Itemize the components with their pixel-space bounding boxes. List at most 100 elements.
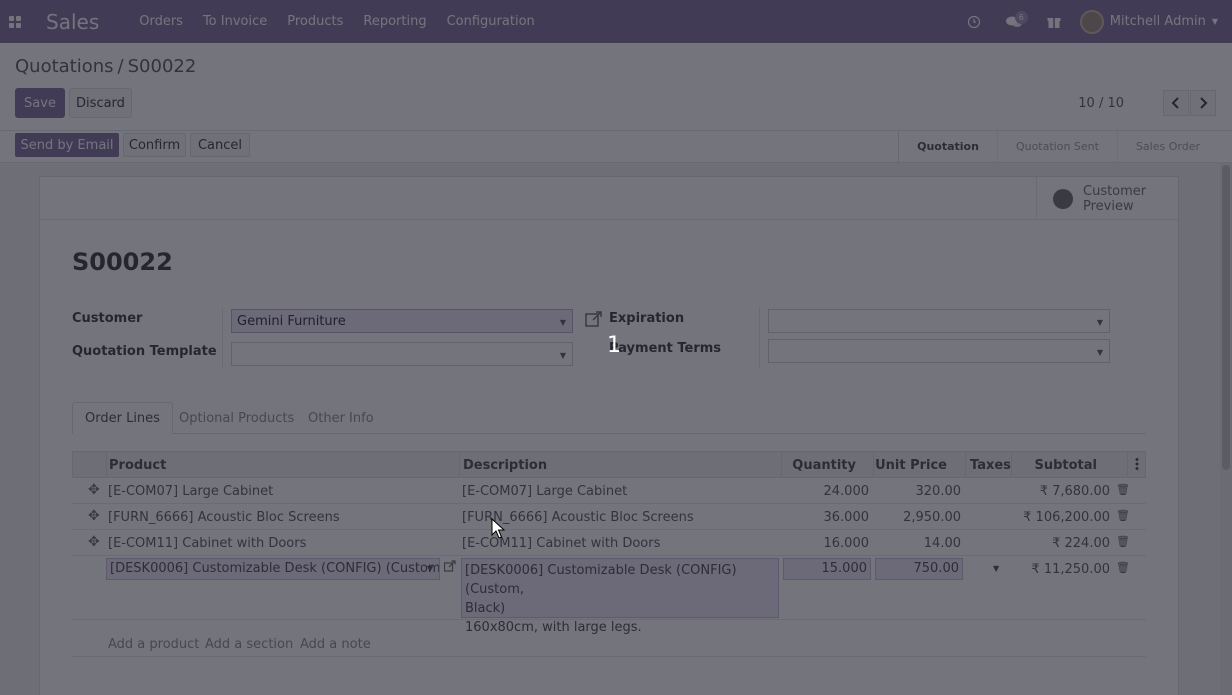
mouse-cursor-icon [491,518,505,539]
record-name: S00022 [72,248,173,276]
drag-handle-icon[interactable]: ✥ [88,534,100,550]
header-description[interactable]: Description [463,458,547,473]
breadcrumb-separator: / [117,56,124,77]
send-by-email-button[interactable]: Send by Email [15,133,119,157]
breadcrumb-current: S00022 [127,56,197,77]
trash-icon[interactable]: 🗑 [1116,561,1130,574]
external-link-icon[interactable] [443,560,456,576]
tab-other-info[interactable]: Other Info [296,402,386,434]
trash-icon[interactable]: 🗑 [1116,509,1130,522]
add-section-link[interactable]: Add a section [205,637,293,652]
customer-preview-button[interactable]: Customer Preview [1036,177,1178,220]
avatar [1079,9,1104,34]
notebook-tabs: Order Lines Optional Products Other Info [72,402,1146,434]
dropdown-icon: ▼ [559,318,566,327]
row-subtotal: ₹ 7,680.00 [1039,484,1110,499]
drag-handle-icon[interactable]: ✥ [88,482,100,498]
scrollbar-thumb[interactable] [1222,165,1230,470]
globe-icon [1053,188,1073,209]
header-product[interactable]: Product [109,458,166,473]
tab-order-lines[interactable]: Order Lines [72,402,173,434]
trash-icon[interactable]: 🗑 [1116,483,1130,496]
menu-products[interactable]: Products [287,14,343,29]
stage-sales-order[interactable]: Sales Order [1116,131,1218,162]
user-menu[interactable]: Mitchell Admin ▼ [1079,9,1218,34]
stage-quotation[interactable]: Quotation [898,131,997,162]
stage-pipeline: Quotation Quotation Sent Sales Order [898,131,1218,162]
description-input[interactable]: [DESK0006] Customizable Desk (CONFIG) (C… [461,558,779,635]
header-subtotal[interactable]: Subtotal [1034,458,1097,473]
apps-menu-icon[interactable] [0,0,30,43]
discard-button[interactable]: Discard [69,88,132,118]
row-product: [E-COM11] Cabinet with Doors [108,536,307,551]
external-link-icon[interactable] [585,310,603,332]
header-quantity[interactable]: Quantity [792,458,856,473]
control-panel: Quotations / S00022 Save Discard 10 / 10 [0,43,1232,131]
smart-button-box: Customer Preview [40,177,1178,220]
pager-next-button[interactable] [1190,90,1216,116]
user-name: Mitchell Admin [1109,14,1206,29]
cancel-button[interactable]: Cancel [190,133,250,157]
breadcrumb: Quotations / S00022 [15,56,196,77]
quotation-template-field[interactable]: ▼ [231,342,573,366]
header-taxes[interactable]: Taxes [970,458,1011,473]
expiration-field[interactable]: ▼ [768,309,1110,333]
stage-quotation-sent[interactable]: Quotation Sent [996,131,1117,162]
breadcrumb-quotations[interactable]: Quotations [15,56,114,77]
table-row[interactable]: ✥ [FURN_6666] Acoustic Bloc Screens [FUR… [72,504,1146,530]
payment-terms-label: Payment Terms [609,341,722,356]
confirm-button[interactable]: Confirm [123,133,186,157]
row-unit-price: 320.00 [915,484,962,499]
add-line-links: Add a product Add a section Add a note [72,631,1146,657]
quotation-template-label: Quotation Template [72,344,217,359]
row-unit-price: 2,950.00 [903,510,961,525]
field-separator [759,307,760,369]
table-header: Product Description Quantity Unit Price … [72,451,1146,478]
table-row-editing[interactable]: [DESK0006] Customizable Desk (CONFIG) (C… [72,556,1146,635]
activity-clock-icon[interactable] [960,0,988,43]
customer-field[interactable]: Gemini Furniture ▼ [231,309,573,333]
dropdown-icon[interactable]: ▼ [427,564,433,573]
add-note-link[interactable]: Add a note [300,637,371,652]
chevron-left-icon [1171,97,1179,109]
table-row[interactable]: ✥ [E-COM07] Large Cabinet [E-COM07] Larg… [72,478,1146,504]
scrollbar[interactable] [1220,163,1232,695]
status-bar: Send by Email Confirm Cancel Quotation Q… [0,131,1232,163]
menu-to-invoice[interactable]: To Invoice [203,14,267,29]
row-quantity: 16.000 [823,536,870,551]
row-product: [E-COM07] Large Cabinet [108,484,274,499]
column-options-icon[interactable] [1135,457,1139,475]
form-sheet: Customer Preview S00022 Customer Quotati… [39,176,1179,695]
pager-value[interactable]: 10 / 10 [1078,96,1124,111]
taxes-dropdown-icon[interactable]: ▼ [993,564,999,573]
customer-label: Customer [72,311,143,326]
product-input-value: [DESK0006] Customizable Desk (CONFIG) (C… [110,561,440,576]
menu-orders[interactable]: Orders [139,14,183,29]
unit-price-input[interactable]: 750.00 [875,558,963,580]
trash-icon[interactable]: 🗑 [1116,535,1130,548]
payment-terms-field[interactable]: ▼ [768,339,1110,363]
tab-optional-products[interactable]: Optional Products [167,402,306,434]
drag-handle-icon[interactable]: ✥ [88,508,100,524]
app-title[interactable]: Sales [46,10,99,34]
chat-icon[interactable]: 6 [1000,0,1028,43]
menu-configuration[interactable]: Configuration [447,14,535,29]
quantity-input[interactable]: 15.000 [783,558,871,580]
table-row[interactable]: ✥ [E-COM11] Cabinet with Doors [E-COM11]… [72,530,1146,556]
add-product-link[interactable]: Add a product [108,637,199,652]
row-subtotal: ₹ 11,250.00 [1031,562,1110,577]
field-separator [222,307,223,369]
dropdown-icon: ▼ [1096,348,1103,357]
chevron-right-icon [1200,97,1208,109]
gift-icon[interactable] [1040,0,1068,43]
header-unit-price[interactable]: Unit Price [875,458,947,473]
description-line2: Black) [465,601,506,616]
product-input[interactable]: [DESK0006] Customizable Desk (CONFIG) (C… [106,558,440,580]
tour-step-marker: 1 [607,333,621,358]
pager-previous-button[interactable] [1163,90,1189,116]
save-button[interactable]: Save [15,88,65,118]
dropdown-icon: ▼ [559,351,566,360]
row-unit-price: 14.00 [923,536,961,551]
quantity-input-value: 15.000 [821,561,868,576]
menu-reporting[interactable]: Reporting [363,14,426,29]
